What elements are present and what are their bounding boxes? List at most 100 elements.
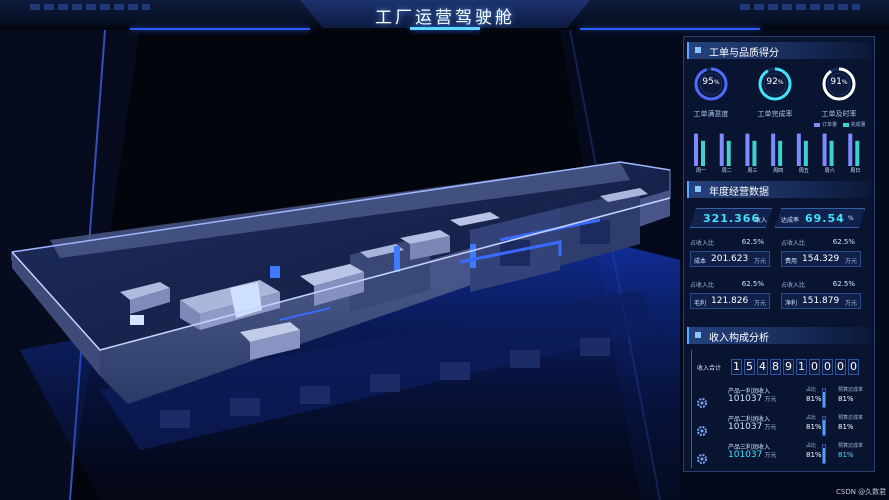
achievement-unit: % (848, 215, 854, 222)
x-tick-label: 周四 (773, 168, 783, 174)
gauge-label: 工单完成率 (757, 110, 793, 118)
section-title: 收入构成分析 (709, 333, 769, 344)
section-marker-icon (695, 186, 701, 192)
x-tick-label: 周二 (722, 168, 732, 174)
section-title: 年度经营数据 (709, 187, 769, 198)
progress-fill (823, 392, 825, 407)
gauge-label: 工单及时率 (821, 110, 857, 118)
bar-completed (752, 140, 757, 166)
digit-cell: 1 (731, 359, 742, 375)
cost-card: 占收入比 62.5% 成本 201.623 万元 (690, 238, 770, 270)
card-label: 毛利 (694, 300, 707, 307)
card-unit: 万元 (753, 258, 766, 265)
card-label: 费用 (785, 258, 798, 265)
digit-cell: 0 (835, 359, 846, 375)
target-value: 81% (838, 451, 854, 459)
gross-profit-card: 占收入比 62.5% 毛利 121.826 万元 (690, 280, 770, 312)
watermark: CSDN @久数君 (836, 488, 887, 496)
digit-cell: 1 (796, 359, 807, 375)
section-header-work-orders: 工单与品质得分 (687, 42, 871, 59)
progress-fill (823, 420, 825, 435)
target-value: 81% (838, 395, 854, 403)
ratio-label: 占收入比 (690, 240, 715, 247)
gear-icon (696, 422, 708, 436)
x-tick-label: 周一 (696, 168, 706, 174)
gauge-unit: % (713, 79, 720, 86)
income-row-product-1: 产品一利润收入 101037 万元 占比 81% 预算达成率 81% (688, 386, 870, 416)
digit-cell: 8 (770, 359, 781, 375)
gauge-unit: % (777, 79, 784, 86)
bar-orders (745, 133, 750, 166)
ratio-value: 62.5% (741, 238, 764, 246)
bar-orders (848, 133, 853, 166)
income-label: 收入 (755, 217, 768, 224)
gauge-satisfaction: 95% (693, 66, 729, 102)
ratio-label: 占比 (806, 415, 817, 421)
section-marker-icon (695, 332, 701, 338)
gauge-value: 91 (830, 77, 842, 87)
bar-orders (694, 133, 698, 166)
header-wing-right (740, 4, 860, 10)
gauge-value: 92 (766, 77, 778, 87)
gauge-timeliness: 91% (821, 66, 857, 102)
progress-bar (822, 416, 826, 436)
achievement-label: 达成率 (781, 217, 800, 224)
legend-swatch (814, 122, 820, 127)
income-row-product-3: 产品三利润收入 101037 万元 占比 81% 预算达成率 81% (688, 442, 870, 472)
header: 工厂运营驾驶舱 (0, 0, 889, 32)
target-label: 预算达成率 (838, 415, 864, 421)
progress-bar (822, 444, 826, 464)
x-tick-label: 周五 (799, 168, 809, 174)
card-unit: 万元 (844, 258, 857, 265)
gauge-completion: 92% (757, 66, 793, 102)
x-tick-label: 周三 (747, 168, 757, 174)
x-tick-label: 周六 (825, 167, 835, 174)
target-value: 81% (838, 423, 854, 431)
bar-completed (829, 140, 834, 166)
gauge-value: 95 (702, 77, 714, 87)
target-label: 预算达成率 (838, 387, 864, 393)
progress-bar (822, 388, 826, 408)
gauge-label: 工单满意度 (693, 110, 729, 118)
card-label: 成本 (694, 258, 707, 265)
section-header-annual: 年度经营数据 (687, 181, 871, 198)
ratio-value: 81% (806, 395, 822, 403)
card-value: 121.826 (711, 296, 749, 306)
bar-completed (855, 140, 860, 166)
product-value: 101037 (728, 394, 763, 404)
product-unit: 万元 (764, 452, 777, 459)
digit-cell: 4 (757, 359, 768, 375)
ratio-label: 占收入比 (781, 240, 806, 247)
legend-swatch (842, 122, 849, 127)
card-unit: 万元 (844, 300, 857, 307)
chart-legend: 订单量 完成量 (814, 121, 866, 128)
ratio-value: 81% (806, 451, 822, 459)
ratio-value: 81% (806, 423, 822, 431)
ratio-label: 占收入比 (690, 282, 715, 289)
bar-orders (771, 133, 776, 166)
ratio-value: 62.5% (832, 238, 855, 246)
card-value: 151.879 (802, 296, 840, 306)
digit-cell: 5 (744, 359, 755, 375)
product-value: 101037 (728, 422, 763, 432)
digit-cell: 0 (822, 359, 833, 375)
progress-fill (823, 448, 825, 463)
section-title: 工单与品质得分 (709, 48, 779, 59)
achievement-value: 69.54 (805, 212, 845, 225)
ratio-label: 占比 (806, 443, 817, 449)
digit-cell: 9 (783, 359, 794, 375)
bar-completed (803, 140, 808, 166)
ratio-label: 占收入比 (781, 282, 806, 289)
work-order-bar-chart: 周一 周二 周三 周四 周五 周六 周日 (688, 128, 868, 174)
card-value: 154.329 (802, 254, 840, 264)
gear-icon (696, 450, 708, 464)
bar-completed (726, 140, 731, 166)
income-row-product-2: 产品二利润收入 101037 万元 占比 81% 预算达成率 81% (688, 414, 870, 444)
target-label: 预算达成率 (838, 443, 864, 449)
bar-orders (822, 133, 827, 166)
page-title: 工厂运营驾驶舱 (375, 8, 515, 28)
product-unit: 万元 (764, 424, 777, 431)
card-label: 净利 (785, 300, 798, 307)
bar-completed (778, 140, 783, 166)
x-tick-label: 周日 (850, 168, 860, 174)
